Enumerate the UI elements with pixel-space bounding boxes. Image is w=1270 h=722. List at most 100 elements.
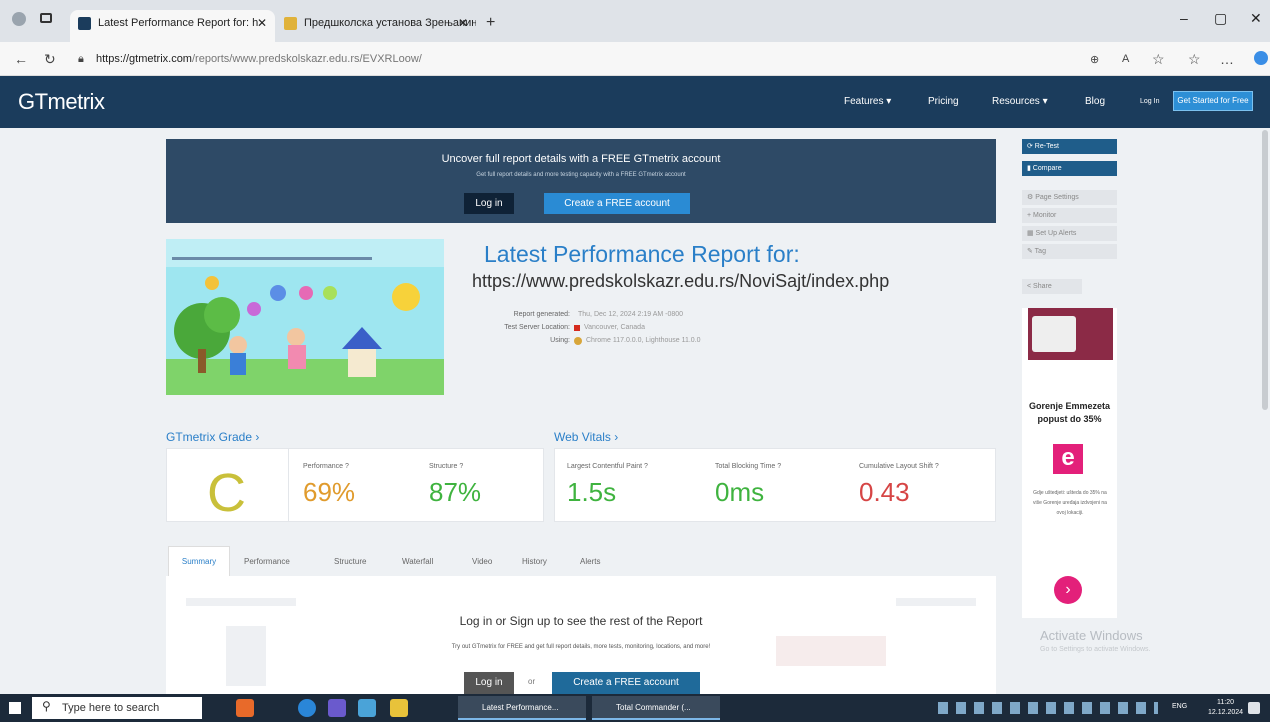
blurred-placeholder (186, 598, 296, 606)
banner-login-button[interactable]: Log in (464, 193, 514, 214)
browser-tab-bar: Latest Performance Report for: h ✕ Предш… (0, 0, 1270, 42)
nav-features[interactable]: Features ▾ (844, 96, 891, 107)
taskbar-app-browser[interactable]: Latest Performance... (458, 696, 586, 720)
copilot-icon[interactable] (1254, 51, 1268, 65)
report-url: https://www.predskolskazr.edu.rs/NoviSaj… (472, 271, 890, 291)
server-location-value: Vancouver, Canada (584, 324, 645, 331)
taskbar-clock[interactable]: 11:20 12.12.2024 (1208, 698, 1243, 718)
windows-taskbar: Type here to search ⚲ Latest Performance… (0, 694, 1270, 722)
web-vitals-heading[interactable]: Web Vitals › (554, 430, 618, 444)
activate-windows-title: Activate Windows (1040, 628, 1143, 643)
explorer-icon[interactable] (390, 699, 408, 717)
zoom-icon[interactable]: ⊕ (1090, 53, 1099, 66)
get-started-button[interactable]: Get Started for Free (1173, 91, 1253, 111)
monitor-button[interactable]: + Monitor (1022, 208, 1117, 223)
banner-subtitle: Get full report details and more testing… (476, 172, 686, 178)
structure-label: Structure ? (429, 463, 464, 470)
notifications-icon[interactable] (1248, 702, 1260, 714)
compare-button[interactable]: ▮ Compare (1022, 161, 1117, 176)
language-indicator[interactable]: ENG (1172, 703, 1187, 710)
tab-waterfall[interactable]: Waterfall (402, 557, 433, 566)
close-tab-icon[interactable]: ✕ (257, 10, 267, 36)
performance-label: Performance ? (303, 463, 349, 470)
tab-alerts[interactable]: Alerts (580, 557, 600, 566)
back-icon[interactable]: ← (14, 51, 28, 67)
close-window-icon[interactable]: ✕ (1250, 10, 1262, 27)
widget-icon[interactable] (236, 699, 254, 717)
locked-report-title: Log in or Sign up to see the rest of the… (459, 614, 703, 628)
set-up-alerts-button[interactable]: ▦ Set Up Alerts (1022, 226, 1117, 241)
tab-label: Latest Performance Report for: h (98, 17, 259, 29)
ad-product-image (1028, 308, 1113, 360)
emmezeta-logo-icon: e (1053, 444, 1083, 474)
nav-pricing[interactable]: Pricing (928, 96, 959, 107)
site-header: GTmetrix Features ▾ Pricing Resources ▾ … (0, 76, 1270, 128)
search-icon: ⚲ (42, 699, 51, 713)
store-icon[interactable] (358, 699, 376, 717)
refresh-icon[interactable]: ↻ (44, 51, 56, 68)
structure-value: 87% (429, 477, 482, 507)
tab-history[interactable]: History (522, 557, 547, 566)
banner-create-account-button[interactable]: Create a FREE account (544, 193, 690, 214)
gtmetrix-grade-heading[interactable]: GTmetrix Grade › (166, 430, 259, 444)
favorite-star-icon[interactable]: ☆ (1152, 51, 1165, 68)
blurred-placeholder (776, 636, 886, 666)
url-path: /reports/www.predskolskazr.edu.rs/EVXRLo… (191, 53, 422, 65)
nav-blog[interactable]: Blog (1085, 96, 1105, 107)
taskbar-app-total-commander[interactable]: Total Commander (... (592, 696, 720, 720)
profile-icon[interactable] (12, 12, 26, 26)
report-tabs: Summary Performance Structure Waterfall … (166, 546, 996, 576)
new-tab-icon[interactable]: + (486, 14, 495, 32)
maximize-icon[interactable]: ▢ (1214, 10, 1227, 27)
tab-performance[interactable]: Performance (244, 557, 290, 566)
taskbar-search-input[interactable]: Type here to search (32, 697, 202, 719)
grade-letter: C (207, 463, 246, 523)
tag-button[interactable]: ✎ Tag (1022, 244, 1117, 259)
create-account-button[interactable]: Create a FREE account (552, 672, 700, 694)
close-tab-icon[interactable]: ✕ (458, 10, 468, 36)
login-button[interactable]: Log in (464, 672, 514, 694)
nav-resources[interactable]: Resources ▾ (992, 96, 1048, 107)
web-vitals-card: Largest Contentful Paint ? 1.5s Total Bl… (554, 448, 996, 522)
tab-predskolska[interactable]: Предшколска установа Зрењанин ✕ (276, 10, 476, 42)
server-location-label: Test Server Location: (504, 324, 570, 331)
ad-text: Gdje uštedjeti: ušteda do 35% na više Go… (1033, 490, 1107, 516)
minimize-icon[interactable]: – (1180, 10, 1188, 26)
url-field[interactable]: https://gtmetrix.com/reports/www.predsko… (96, 48, 976, 70)
tab-actions-icon[interactable] (40, 13, 52, 23)
signup-banner: Uncover full report details with a FREE … (166, 139, 996, 223)
retest-button[interactable]: ⟳ Re-Test (1022, 139, 1117, 154)
gtmetrix-logo[interactable]: GTmetrix (18, 89, 105, 115)
performance-value: 69% (303, 477, 356, 507)
sidebar-ad[interactable]: Gorenje Emmezeta popust do 35% e Gdje uš… (1022, 308, 1117, 618)
nav-login[interactable]: Log In (1140, 98, 1159, 105)
report-title: Latest Performance Report for: (484, 241, 800, 267)
ad-title: Gorenje Emmezeta popust do 35% (1028, 401, 1111, 424)
url-domain: https://gtmetrix.com (96, 53, 192, 65)
read-aloud-icon[interactable]: A (1122, 53, 1129, 65)
tab-video[interactable]: Video (472, 557, 492, 566)
using-value: Chrome 117.0.0.0, Lighthouse 11.0.0 (586, 337, 701, 344)
tab-summary[interactable]: Summary (168, 546, 230, 576)
more-menu-icon[interactable]: … (1220, 51, 1234, 67)
page-settings-button[interactable]: ⚙ Page Settings (1022, 190, 1117, 205)
report-generated-value: Thu, Dec 12, 2024 2:19 AM -0800 (578, 311, 684, 318)
page-scrollbar[interactable] (1262, 130, 1268, 410)
edge-icon[interactable] (298, 699, 316, 717)
report-generated-label: Report generated: (513, 311, 570, 318)
windows-start-icon[interactable] (9, 702, 21, 714)
blurred-placeholder (226, 626, 266, 686)
tray-icons[interactable] (938, 702, 1158, 714)
page-content: Uncover full report details with a FREE … (0, 128, 1270, 694)
share-button[interactable]: < Share (1022, 279, 1082, 294)
blurred-placeholder (896, 598, 976, 606)
favorites-icon[interactable]: ☆ (1188, 51, 1201, 68)
ad-arrow-icon[interactable]: › (1054, 576, 1082, 604)
gtmetrix-favicon-icon (78, 17, 91, 30)
tbt-label: Total Blocking Time ? (715, 463, 782, 470)
tab-gtmetrix[interactable]: Latest Performance Report for: h ✕ (70, 10, 275, 42)
kids-illustration (166, 239, 444, 395)
teams-icon[interactable] (328, 699, 346, 717)
tab-structure[interactable]: Structure (334, 557, 366, 566)
locked-report-subtitle: Try out GTmetrix for FREE and get full r… (451, 644, 711, 650)
